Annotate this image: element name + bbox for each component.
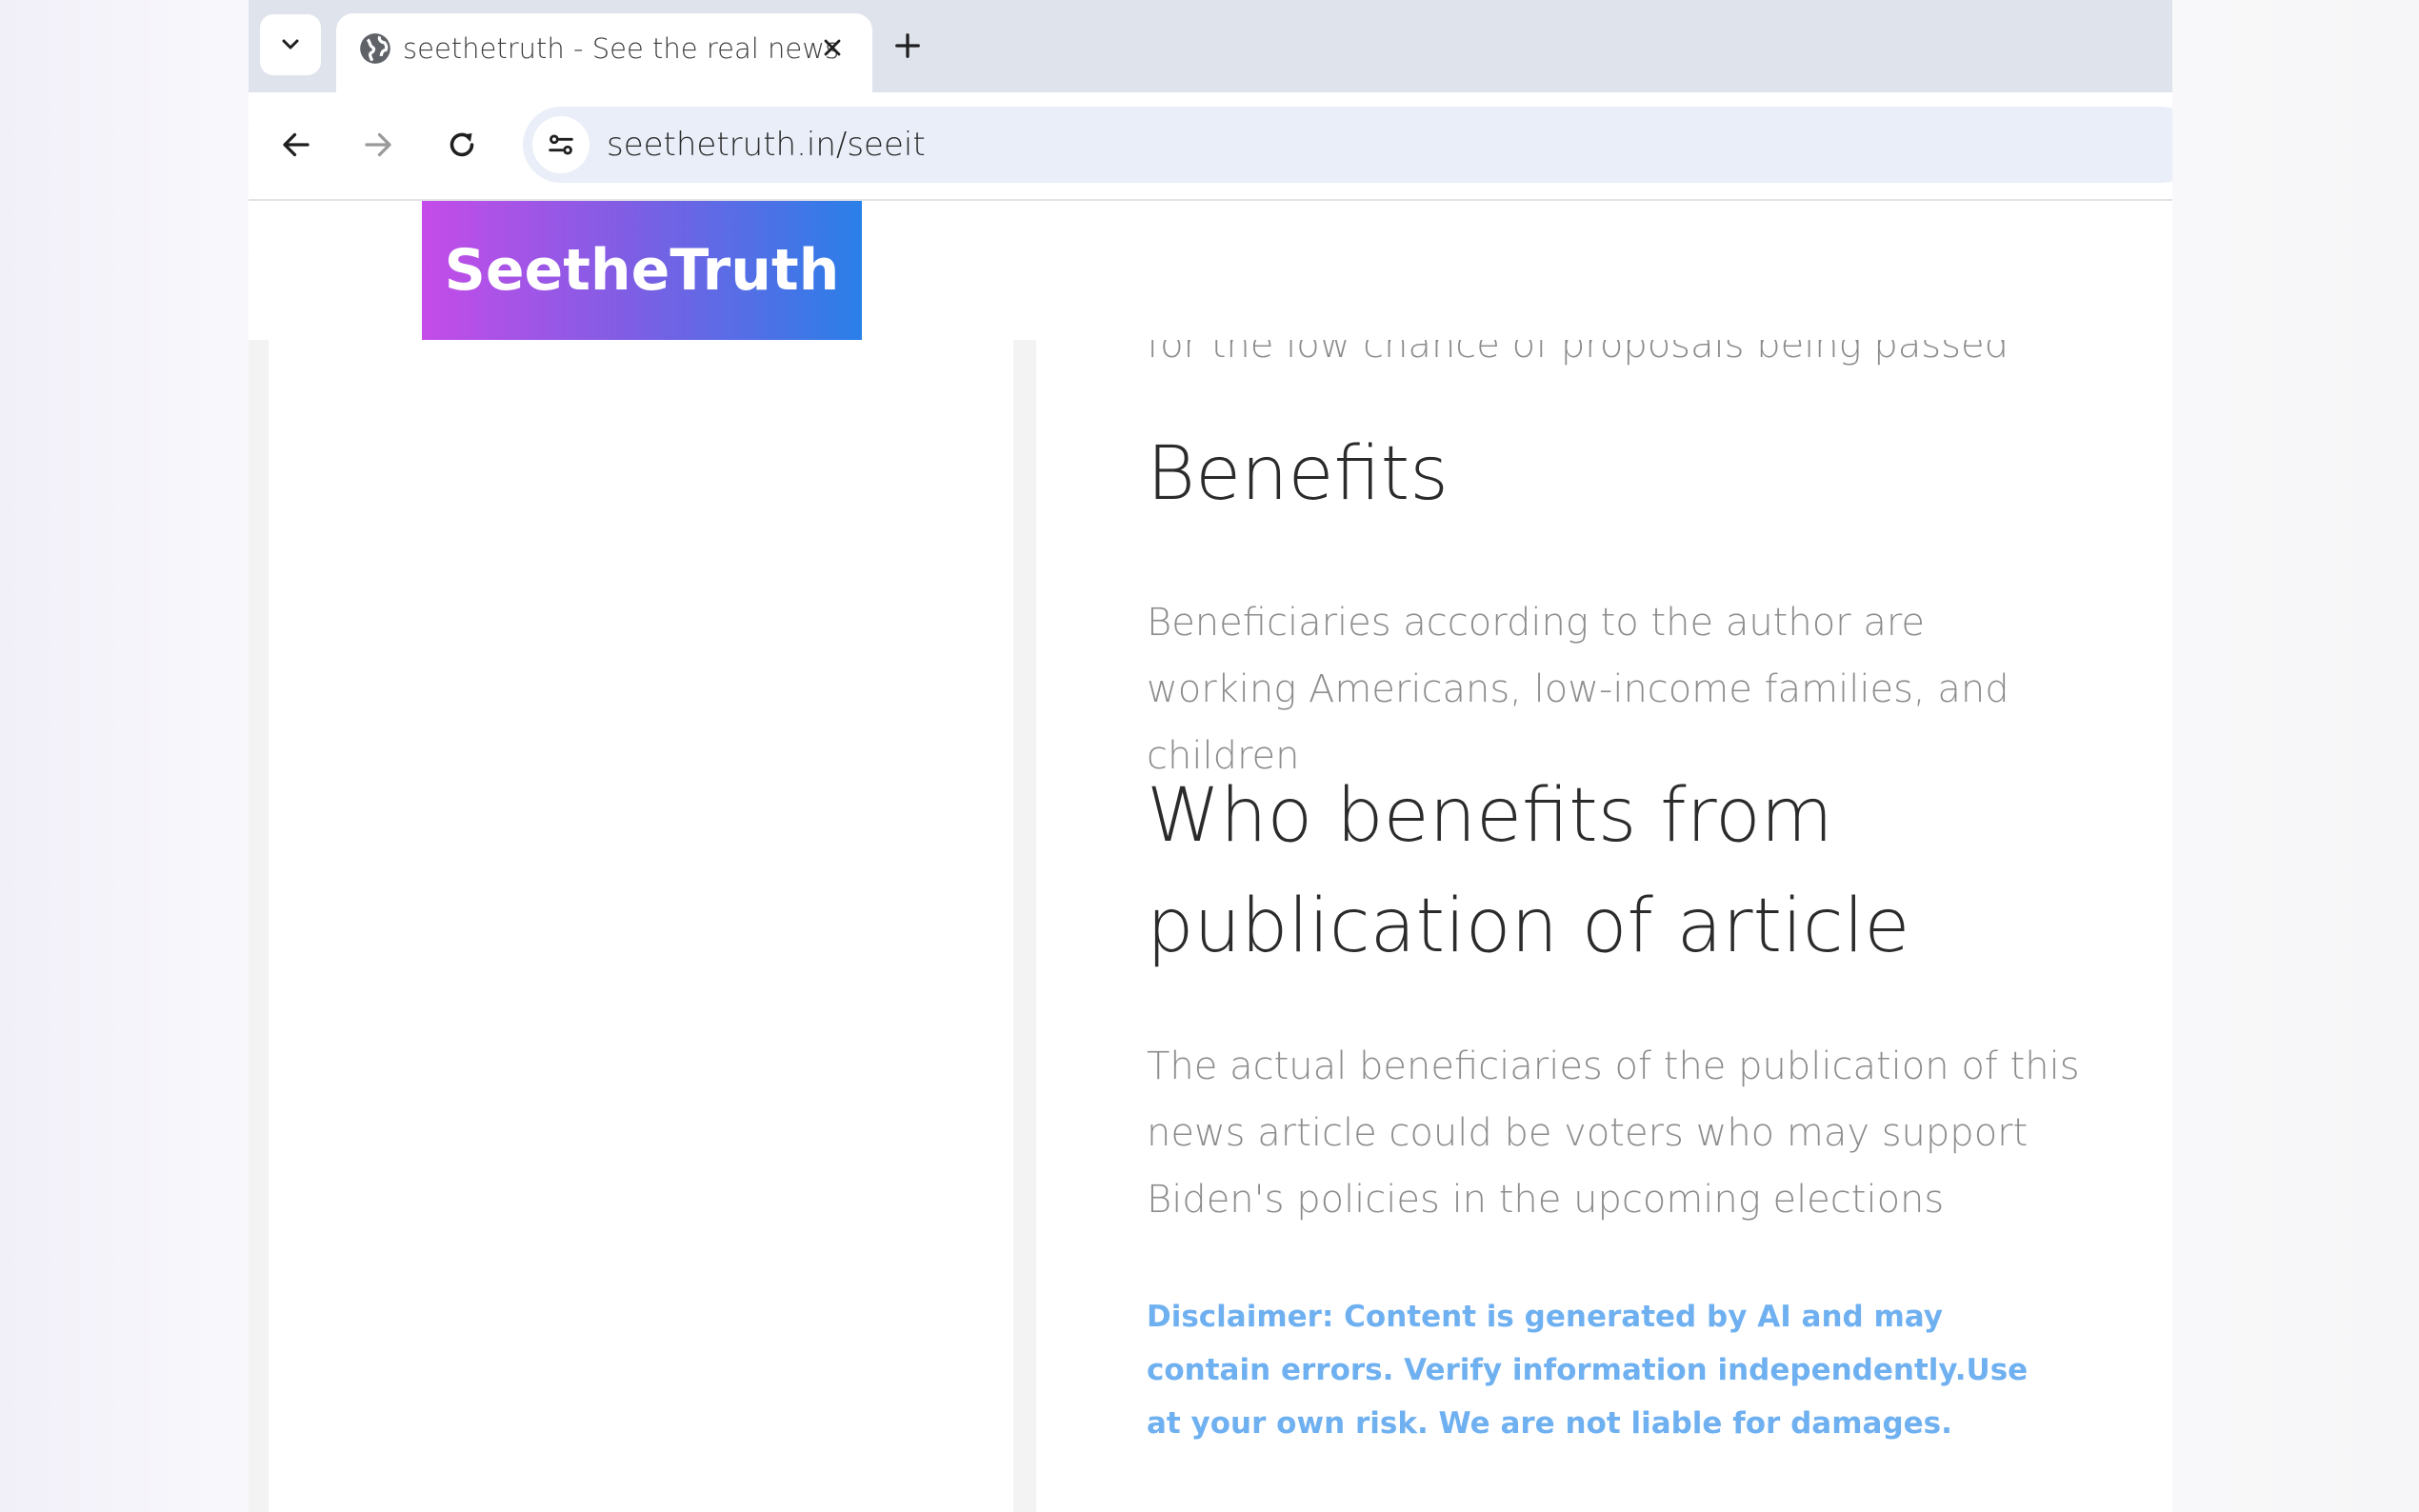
new-tab-button[interactable]	[887, 25, 929, 67]
site-logo[interactable]: SeetheTruth	[422, 201, 862, 340]
tune-icon	[549, 134, 573, 155]
article-panel: for the low chance of proposals being pa…	[1036, 340, 2172, 1512]
left-panel	[269, 340, 1013, 1512]
tab-close-button[interactable]	[815, 30, 850, 65]
reload-icon	[450, 132, 474, 157]
forward-button[interactable]	[354, 121, 402, 169]
browser-toolbar: seethetruth.in/seeit	[249, 92, 2172, 201]
close-icon	[824, 39, 841, 56]
address-bar[interactable]: seethetruth.in/seeit	[523, 107, 2172, 183]
browser-window: seethetruth - See the real news seethetr…	[249, 0, 2172, 1512]
back-button[interactable]	[272, 121, 320, 169]
url-text[interactable]: seethetruth.in/seeit	[607, 126, 926, 164]
arrow-left-icon	[283, 132, 310, 157]
who-benefits-heading: Who benefits from publication of article	[1147, 773, 1910, 969]
arrow-right-icon	[365, 132, 391, 157]
reload-button[interactable]	[438, 121, 486, 169]
active-tab[interactable]: seethetruth - See the real news	[336, 13, 872, 92]
disclaimer-text: Disclaimer: Content is generated by AI a…	[1147, 1300, 2029, 1441]
chevron-down-icon	[282, 39, 299, 50]
web-page: SeetheTruth for the low chance of propos…	[249, 201, 2172, 1512]
who-benefits-text: The actual beneficiaries of the publicat…	[1147, 1044, 2080, 1222]
benefits-heading: Benefits	[1147, 431, 1449, 517]
logo-text: SeetheTruth	[444, 237, 840, 304]
site-header: SeetheTruth	[249, 201, 2172, 340]
plus-icon	[895, 33, 920, 58]
article-partial-line: for the low chance of proposals being pa…	[1147, 340, 2009, 367]
tab-strip: seethetruth - See the real news	[249, 0, 2172, 92]
globe-icon	[360, 33, 390, 64]
tab-title: seethetruth - See the real news	[403, 32, 840, 65]
benefits-text: Beneficiaries according to the author ar…	[1147, 601, 2009, 778]
tab-search-button[interactable]	[260, 14, 321, 75]
site-info-button[interactable]	[532, 116, 590, 173]
